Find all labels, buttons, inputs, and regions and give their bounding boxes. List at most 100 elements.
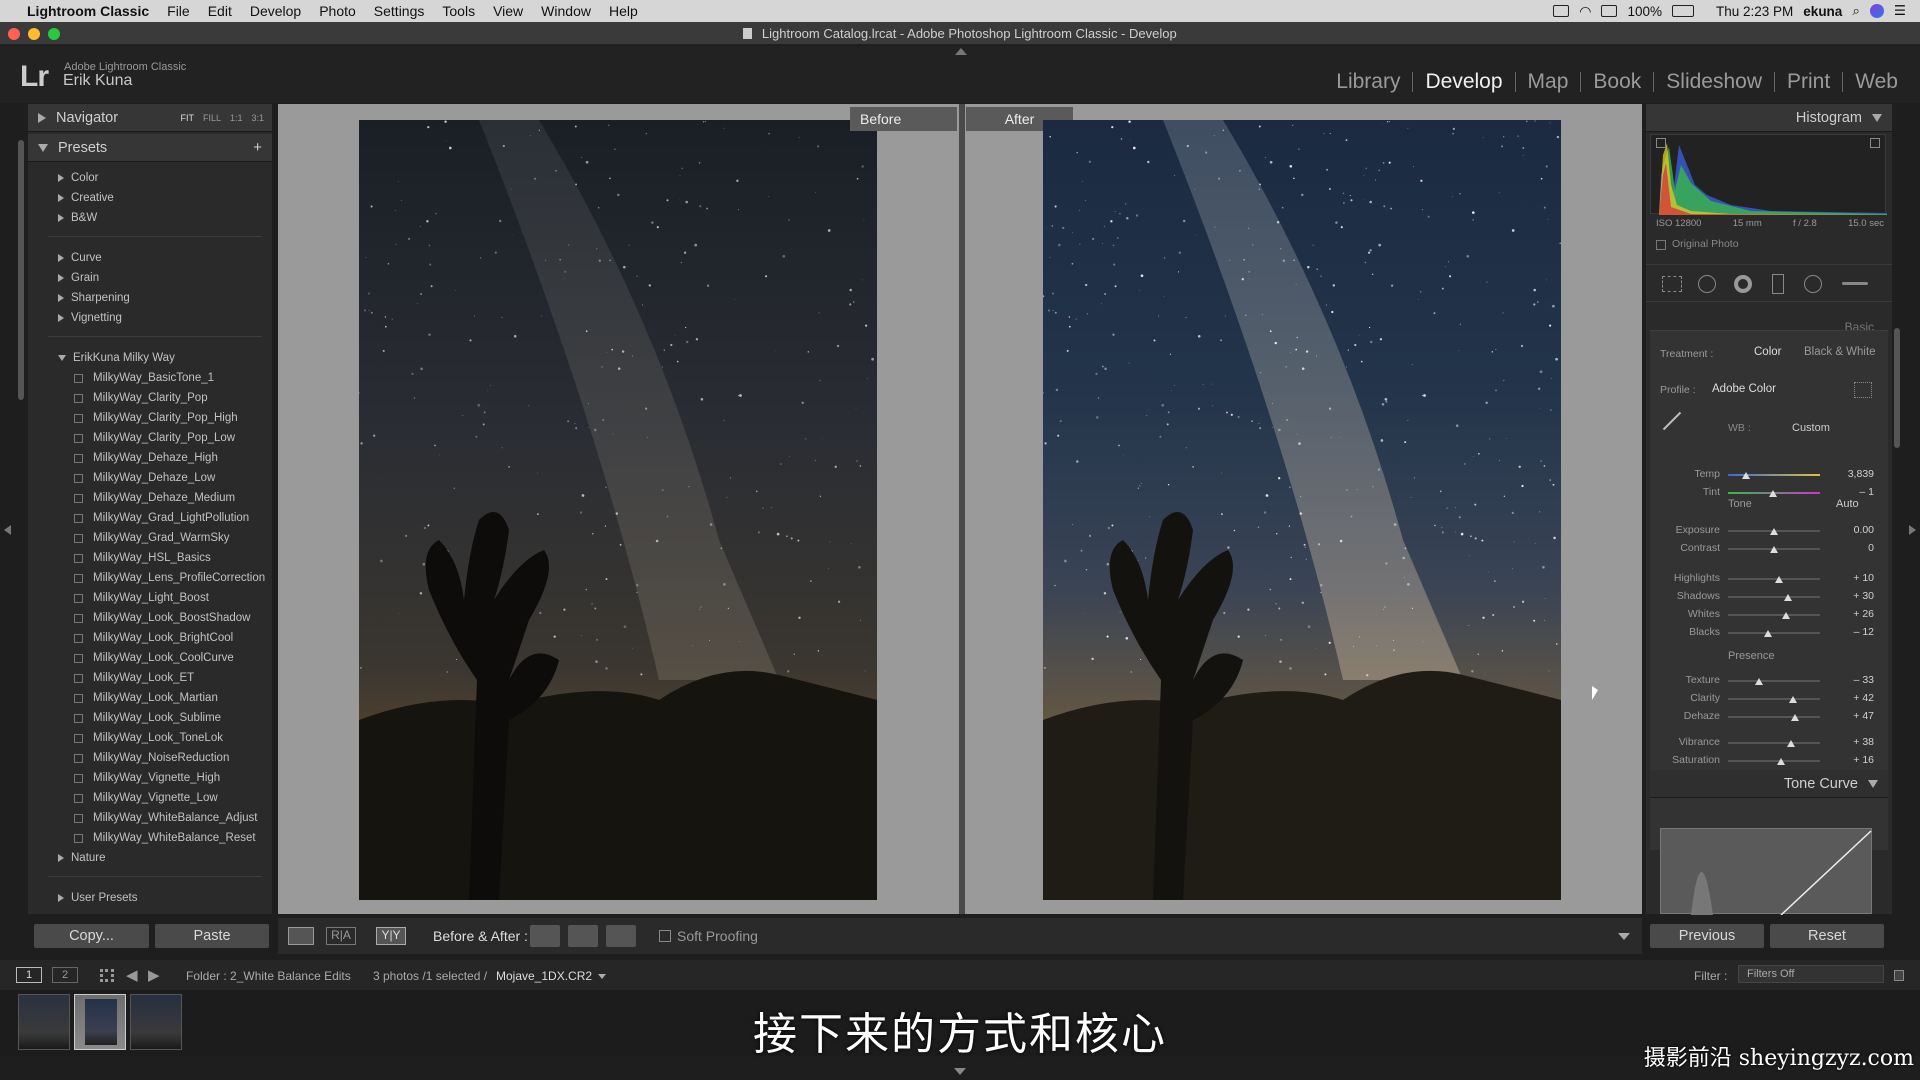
original-photo-checkbox[interactable] bbox=[1656, 240, 1666, 250]
nav-fill[interactable]: FILL bbox=[203, 113, 221, 123]
folder-path[interactable]: Folder : 2_White Balance Edits bbox=[186, 969, 351, 983]
menubar-clock[interactable]: Thu 2:23 PM bbox=[1716, 4, 1793, 19]
preset-group-color[interactable]: Color bbox=[58, 172, 98, 184]
swap-before-after-icon[interactable] bbox=[606, 925, 636, 947]
menu-app-name[interactable]: Lightroom Classic bbox=[18, 3, 158, 19]
filter-select[interactable]: Filters Off bbox=[1738, 965, 1884, 983]
preset-item[interactable]: MilkyWay_Clarity_Pop_High bbox=[74, 412, 238, 424]
zoom-window-button[interactable] bbox=[48, 28, 60, 40]
reset-button[interactable]: Reset bbox=[1770, 924, 1884, 948]
wifi-icon[interactable]: ◠ bbox=[1579, 3, 1591, 20]
profile-select[interactable]: Adobe Color bbox=[1712, 383, 1776, 395]
slider-value[interactable]: + 38 bbox=[1834, 736, 1874, 748]
preset-item[interactable]: MilkyWay_Lens_ProfileCorrection bbox=[74, 572, 265, 584]
slider-track[interactable] bbox=[1728, 632, 1820, 634]
nav-1to1[interactable]: 1:1 bbox=[230, 113, 243, 123]
tone-curve-graph[interactable] bbox=[1660, 828, 1872, 916]
navigator-expand-icon[interactable] bbox=[38, 112, 46, 123]
preset-group-vignetting[interactable]: Vignetting bbox=[58, 312, 122, 324]
highlight-clipping-icon[interactable] bbox=[1870, 138, 1880, 148]
wb-select[interactable]: Custom bbox=[1792, 422, 1830, 434]
shadow-clipping-icon[interactable] bbox=[1656, 138, 1666, 148]
treatment-color[interactable]: Color bbox=[1754, 346, 1781, 358]
preset-item[interactable]: MilkyWay_BasicTone_1 bbox=[74, 372, 214, 384]
module-slideshow[interactable]: Slideshow bbox=[1654, 70, 1774, 94]
before-after-mode-icon[interactable]: Y|Y bbox=[376, 927, 406, 945]
slider-knob[interactable] bbox=[1791, 714, 1800, 721]
slider-value[interactable]: – 1 bbox=[1834, 486, 1874, 498]
slider-value[interactable]: + 26 bbox=[1834, 608, 1874, 620]
preset-item[interactable]: MilkyWay_Clarity_Pop_Low bbox=[74, 432, 235, 444]
slider-value[interactable]: + 10 bbox=[1834, 572, 1874, 584]
right-panel-scrollbar[interactable] bbox=[1894, 328, 1900, 448]
radial-filter-icon[interactable] bbox=[1804, 275, 1822, 293]
copy-before-to-after-icon[interactable] bbox=[530, 925, 560, 947]
menu-view[interactable]: View bbox=[484, 3, 532, 19]
notification-center-icon[interactable]: ☰ bbox=[1894, 3, 1906, 19]
slider-track[interactable] bbox=[1728, 596, 1820, 598]
menu-settings[interactable]: Settings bbox=[365, 3, 434, 19]
preset-group-creative[interactable]: Creative bbox=[58, 192, 114, 204]
tone-auto-button[interactable]: Auto bbox=[1836, 498, 1859, 510]
file-dropdown-icon[interactable] bbox=[598, 974, 606, 979]
slider-knob[interactable] bbox=[1783, 594, 1792, 601]
slider-knob[interactable] bbox=[1787, 740, 1796, 747]
spotlight-icon[interactable]: ⌕ bbox=[1852, 3, 1860, 19]
forward-arrow-icon[interactable]: ▶ bbox=[148, 966, 160, 984]
minimize-window-button[interactable] bbox=[28, 28, 40, 40]
preset-item[interactable]: MilkyWay_Dehaze_Low bbox=[74, 472, 215, 484]
menu-window[interactable]: Window bbox=[532, 3, 600, 19]
slider-knob[interactable] bbox=[1770, 528, 1778, 535]
preset-item[interactable]: MilkyWay_Grad_LightPollution bbox=[74, 512, 249, 524]
paste-settings-button[interactable]: Paste bbox=[155, 924, 269, 948]
slider-track[interactable] bbox=[1728, 698, 1820, 700]
preset-item[interactable]: MilkyWay_WhiteBalance_Reset bbox=[74, 832, 256, 844]
preset-item[interactable]: MilkyWay_Look_Sublime bbox=[74, 712, 221, 724]
preset-item[interactable]: MilkyWay_Look_ToneLok bbox=[74, 732, 223, 744]
right-panel-toggle-icon[interactable] bbox=[1909, 525, 1916, 535]
menu-help[interactable]: Help bbox=[600, 3, 647, 19]
module-develop[interactable]: Develop bbox=[1413, 70, 1514, 94]
module-print[interactable]: Print bbox=[1775, 70, 1842, 94]
after-photo[interactable] bbox=[1043, 120, 1561, 900]
slider-value[interactable]: + 16 bbox=[1834, 754, 1874, 766]
slider-track[interactable] bbox=[1728, 760, 1820, 762]
module-library[interactable]: Library bbox=[1324, 70, 1412, 94]
preset-item[interactable]: MilkyWay_Light_Boost bbox=[74, 592, 209, 604]
add-preset-icon[interactable]: + bbox=[253, 139, 272, 156]
copy-after-to-before-icon[interactable] bbox=[568, 925, 598, 947]
preset-group-grain[interactable]: Grain bbox=[58, 272, 99, 284]
module-book[interactable]: Book bbox=[1581, 70, 1653, 94]
grid-view-icon[interactable] bbox=[100, 969, 114, 982]
module-map[interactable]: Map bbox=[1516, 70, 1581, 94]
slider-value[interactable]: + 47 bbox=[1834, 710, 1874, 722]
battery-icon[interactable] bbox=[1672, 5, 1694, 17]
slider-track[interactable] bbox=[1728, 742, 1820, 744]
main-window-button[interactable]: 1 bbox=[16, 967, 42, 983]
menu-tools[interactable]: Tools bbox=[433, 3, 484, 19]
menu-edit[interactable]: Edit bbox=[199, 3, 241, 19]
preset-group-nature[interactable]: Nature bbox=[58, 852, 106, 864]
slider-knob[interactable] bbox=[1781, 612, 1790, 619]
menu-photo[interactable]: Photo bbox=[310, 3, 365, 19]
bottom-panel-toggle-icon[interactable] bbox=[954, 1068, 966, 1075]
preset-group-curve[interactable]: Curve bbox=[58, 252, 102, 264]
secondary-window-button[interactable]: 2 bbox=[52, 967, 78, 983]
preset-folder-milkyway[interactable]: ErikKuna Milky Way bbox=[58, 352, 175, 364]
nav-3to1[interactable]: 3:1 bbox=[251, 113, 264, 123]
crop-tool-icon[interactable] bbox=[1662, 276, 1682, 292]
slider-knob[interactable] bbox=[1769, 490, 1778, 497]
screen-record-icon[interactable] bbox=[1553, 5, 1570, 17]
before-photo[interactable] bbox=[359, 120, 877, 900]
presets-collapse-icon[interactable] bbox=[38, 143, 48, 152]
preset-item[interactable]: MilkyWay_Vignette_High bbox=[74, 772, 220, 784]
slider-value[interactable]: 0 bbox=[1834, 542, 1874, 554]
histogram-header[interactable]: Histogram bbox=[1646, 104, 1892, 132]
preset-item[interactable]: MilkyWay_Look_BrightCool bbox=[74, 632, 233, 644]
close-window-button[interactable] bbox=[8, 28, 20, 40]
slider-value[interactable]: – 33 bbox=[1834, 674, 1874, 686]
left-panel-toggle-icon[interactable] bbox=[4, 525, 11, 535]
nav-fit[interactable]: FIT bbox=[180, 113, 194, 123]
previous-button[interactable]: Previous bbox=[1650, 924, 1764, 948]
ref-view-icon[interactable]: R|A bbox=[326, 927, 356, 945]
